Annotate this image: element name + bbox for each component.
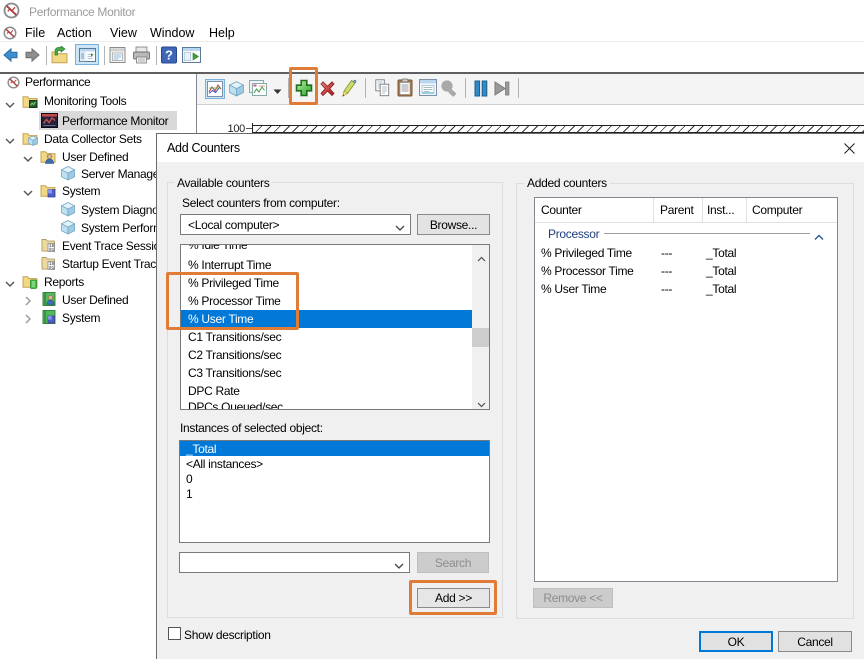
svg-text:?: ? — [165, 48, 173, 63]
svg-text:01: 01 — [49, 248, 55, 253]
svg-text:01: 01 — [49, 266, 55, 271]
